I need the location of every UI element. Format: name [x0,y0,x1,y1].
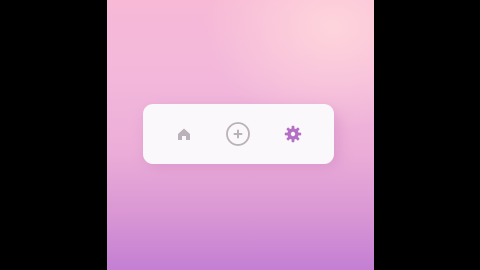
letterbox-right [374,0,480,270]
phone-screen [107,0,374,270]
letterbox-left [0,0,107,270]
tab-home[interactable] [167,117,201,151]
tab-add[interactable] [221,117,255,151]
plus-circle-icon [225,121,251,147]
bottom-tab-bar [143,104,334,164]
gear-icon [284,125,302,143]
tab-settings[interactable] [276,117,310,151]
video-frame [0,0,480,270]
home-icon [176,126,192,142]
